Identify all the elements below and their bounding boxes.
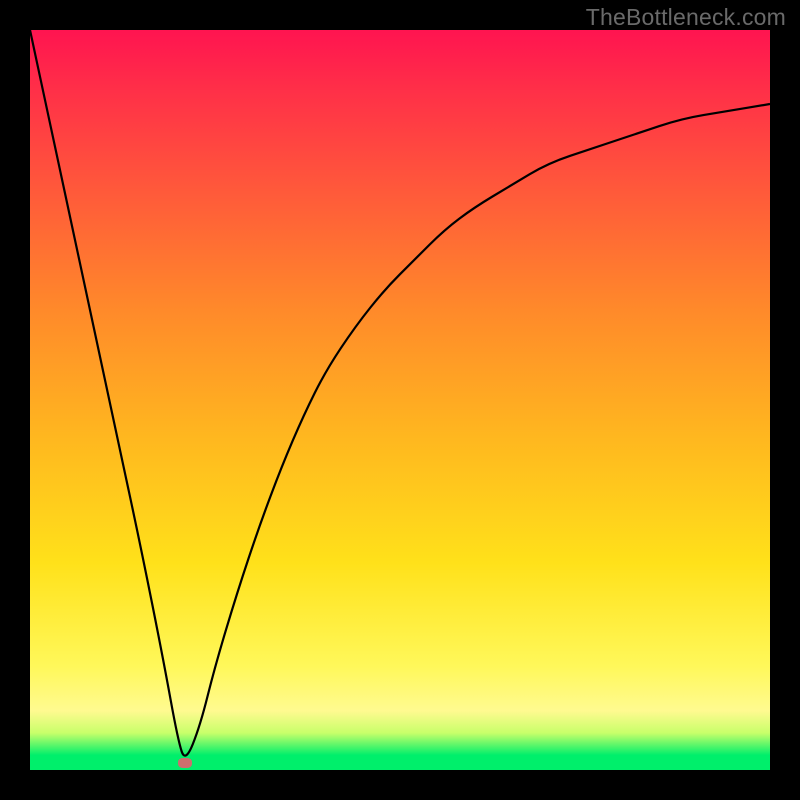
minimum-marker xyxy=(178,758,192,768)
curve-svg xyxy=(30,30,770,770)
plot-area xyxy=(30,30,770,770)
chart-frame: TheBottleneck.com xyxy=(0,0,800,800)
watermark-text: TheBottleneck.com xyxy=(586,4,786,31)
bottleneck-curve xyxy=(30,30,770,756)
